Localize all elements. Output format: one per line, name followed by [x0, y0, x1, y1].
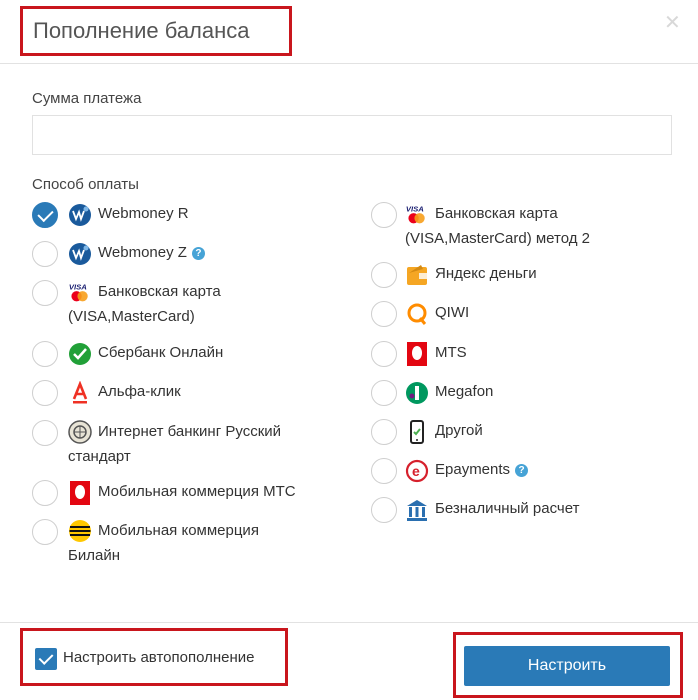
mts-icon: [70, 481, 90, 505]
radio[interactable]: [371, 262, 397, 288]
autopay-label: Настроить автопополнение: [63, 649, 255, 666]
radio-checked[interactable]: [32, 202, 58, 228]
help-icon[interactable]: ?: [191, 247, 205, 260]
yandex-money-icon: [407, 265, 427, 285]
option-label: Другой: [435, 422, 483, 439]
radio[interactable]: [371, 458, 397, 484]
payment-option-beeline-commerce[interactable]: Мобильная коммерция Билайн: [32, 519, 332, 569]
option-label: Webmoney Z?: [98, 241, 205, 265]
svg-text:VISA: VISA: [69, 282, 87, 291]
payment-option-russian-standard[interactable]: Интернет банкинг Русский стандарт: [32, 420, 352, 470]
svg-text:e: e: [412, 463, 420, 479]
payment-option-webmoney-z[interactable]: Webmoney Z?: [32, 241, 332, 267]
megafon-icon: [406, 382, 428, 404]
option-label: Мобильная коммерция МТС: [98, 483, 296, 500]
option-label: Мобильная коммерция: [98, 522, 259, 539]
payment-option-epayments[interactable]: e Epayments?: [371, 458, 671, 484]
option-label: Банковская карта: [435, 205, 558, 222]
mts-icon: [407, 342, 427, 366]
autopay-checkbox[interactable]: [35, 648, 57, 670]
radio[interactable]: [371, 419, 397, 445]
radio[interactable]: [32, 280, 58, 306]
amount-label: Сумма платежа: [32, 90, 142, 107]
payment-option-yandex-money[interactable]: Яндекс деньги: [371, 262, 671, 288]
bank-icon: [407, 500, 427, 521]
payment-option-qiwi[interactable]: QIWI: [371, 301, 671, 327]
option-label: QIWI: [435, 304, 470, 321]
payment-option-webmoney-r[interactable]: Webmoney R: [32, 202, 332, 228]
payment-option-other[interactable]: Другой: [371, 419, 671, 445]
payment-option-megafon[interactable]: Megafon: [371, 380, 671, 406]
autopay-highlight[interactable]: Настроить автопополнение: [20, 628, 288, 686]
payment-option-alfa-click[interactable]: Альфа-клик: [32, 380, 332, 406]
option-label: Megafon: [435, 383, 494, 400]
radio[interactable]: [371, 301, 397, 327]
option-label: Сбербанк Онлайн: [98, 344, 224, 361]
qiwi-icon: [407, 303, 427, 325]
payment-option-mts-commerce[interactable]: Мобильная коммерция МТС: [32, 480, 352, 506]
footer-divider: [0, 622, 698, 623]
option-label-line2: стандарт: [68, 448, 131, 465]
title-highlight: Пополнение баланса: [20, 6, 292, 56]
option-label: Epayments?: [435, 458, 529, 482]
amount-input[interactable]: [32, 115, 672, 155]
close-icon[interactable]: ✕: [664, 10, 681, 35]
option-label: MTS: [435, 344, 467, 361]
payment-option-bank-card[interactable]: VISA Банковская карта (VISA,MasterCard): [32, 280, 332, 330]
radio[interactable]: [32, 241, 58, 267]
webmoney-icon: [69, 243, 91, 265]
radio[interactable]: [32, 380, 58, 406]
webmoney-icon: [69, 204, 91, 226]
submit-highlight: Настроить: [453, 632, 683, 698]
payment-option-bank-card-method-2[interactable]: VISA Банковская карта (VISA,MasterCard) …: [371, 202, 691, 252]
visa-mastercard-icon: VISA: [406, 204, 425, 224]
help-icon[interactable]: ?: [515, 464, 529, 477]
beeline-icon: [69, 520, 91, 542]
payment-option-sberbank[interactable]: Сбербанк Онлайн: [32, 341, 332, 367]
payment-method-label: Способ оплаты: [32, 176, 139, 193]
mobile-phone-icon: [410, 420, 424, 444]
option-label: Интернет банкинг Русский: [98, 423, 282, 440]
option-label: Webmoney R: [98, 205, 189, 222]
visa-mastercard-icon: VISA: [69, 282, 88, 302]
submit-button[interactable]: Настроить: [464, 646, 670, 686]
payment-option-bank-transfer[interactable]: Безналичный расчет: [371, 497, 671, 523]
epayments-icon: e: [405, 459, 429, 483]
radio[interactable]: [371, 497, 397, 523]
radio[interactable]: [371, 341, 397, 367]
sberbank-icon: [69, 343, 91, 365]
option-label-line2: (VISA,MasterCard) метод 2: [405, 230, 590, 247]
radio[interactable]: [32, 420, 58, 446]
dialog-title: Пополнение баланса: [33, 18, 250, 43]
alfa-bank-icon: [72, 381, 88, 404]
option-label: Альфа-клик: [98, 383, 181, 400]
radio[interactable]: [371, 202, 397, 228]
svg-text:VISA: VISA: [406, 204, 424, 213]
option-label: Банковская карта: [98, 283, 221, 300]
dialog-header: Пополнение баланса ✕: [0, 0, 698, 64]
option-label: Безналичный расчет: [435, 500, 580, 517]
russian-standard-icon: [68, 420, 92, 444]
option-label-line2: Билайн: [68, 547, 120, 564]
radio[interactable]: [32, 519, 58, 545]
radio[interactable]: [32, 480, 58, 506]
option-label: Яндекс деньги: [435, 265, 537, 282]
radio[interactable]: [32, 341, 58, 367]
option-label-line2: (VISA,MasterCard): [68, 308, 195, 325]
payment-option-mts[interactable]: MTS: [371, 341, 671, 367]
radio[interactable]: [371, 380, 397, 406]
